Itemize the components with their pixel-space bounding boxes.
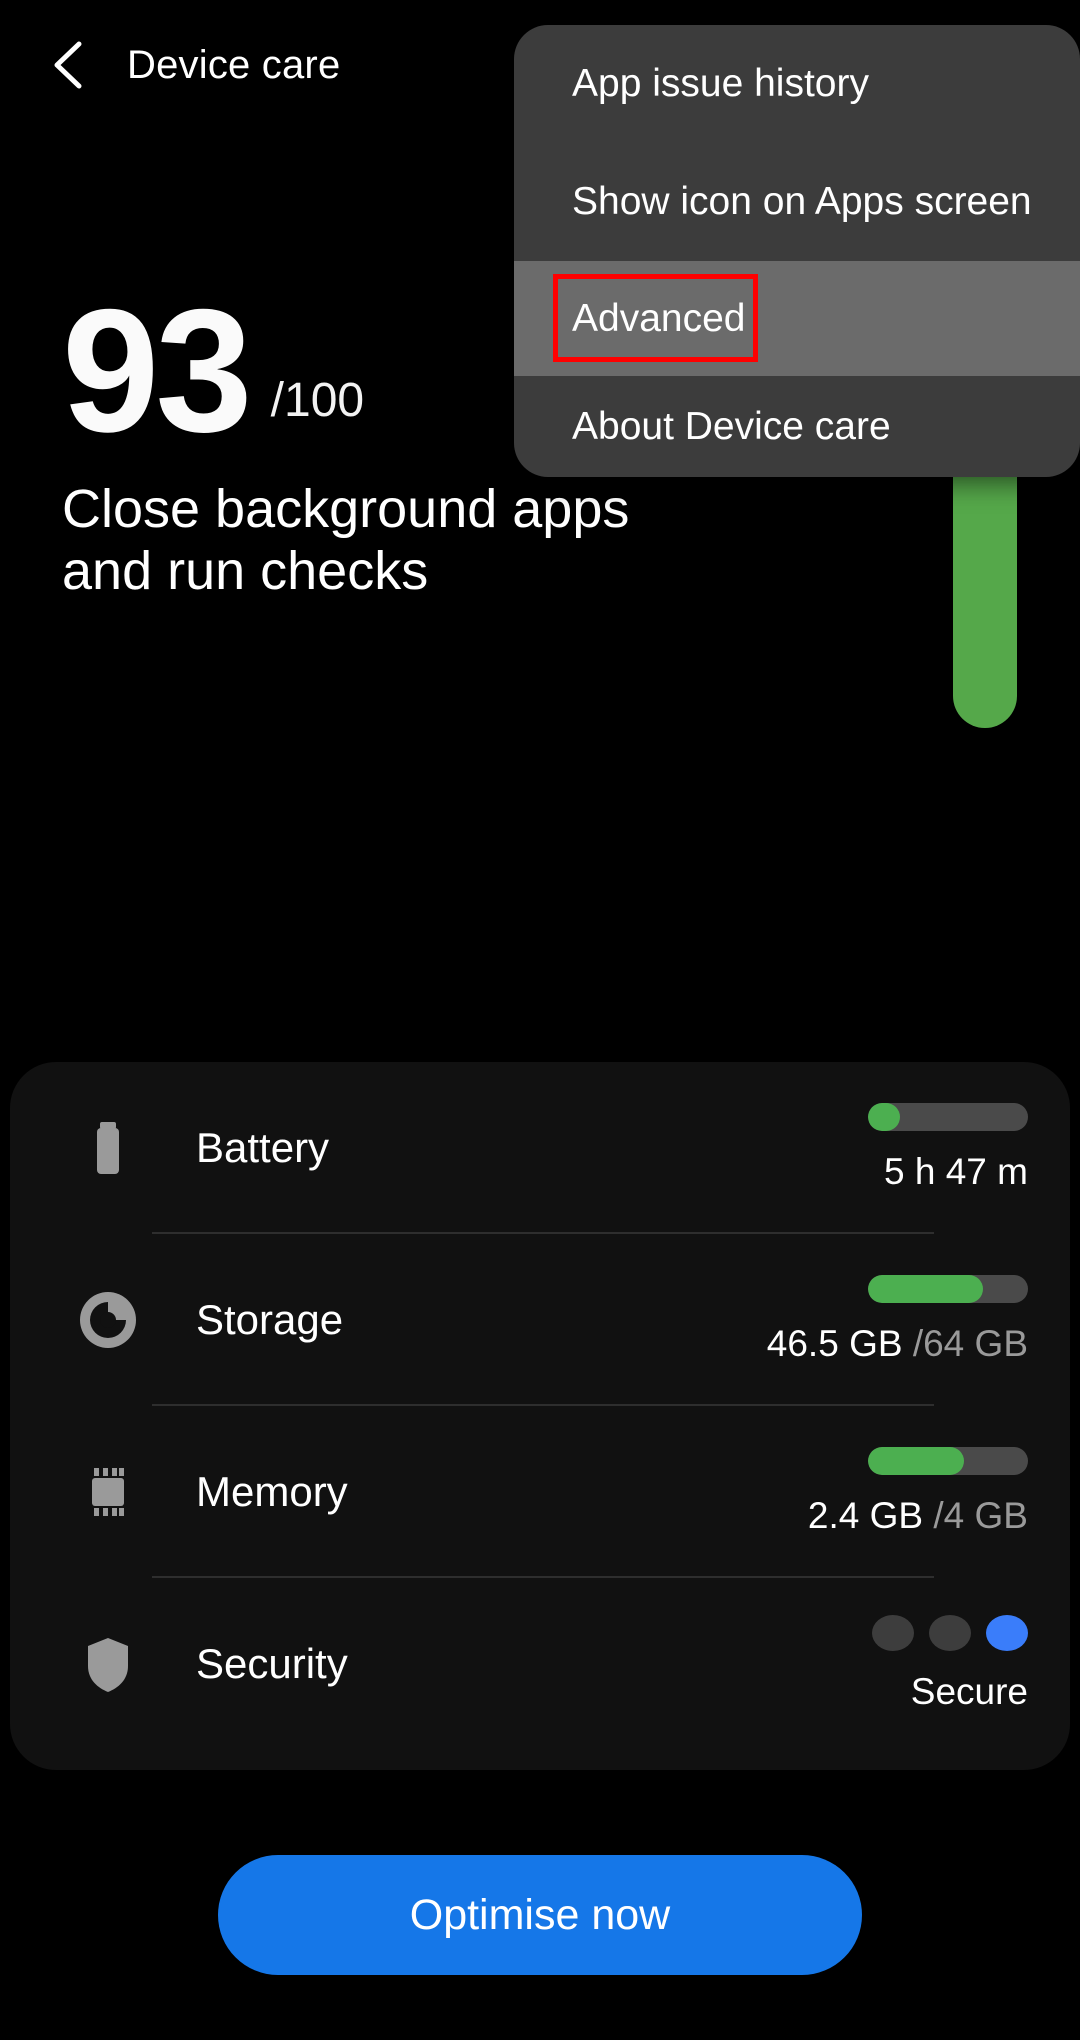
card-row-security[interactable]: Security Secure [10, 1578, 1070, 1750]
memory-progress-track [868, 1447, 1028, 1475]
security-status-dots [872, 1615, 1028, 1651]
card-row-value: 5 h 47 m [884, 1151, 1028, 1193]
security-dot-1 [872, 1615, 914, 1651]
battery-progress-fill [868, 1103, 900, 1131]
device-care-screen: Device care 93 /100 Close background app… [0, 0, 1080, 2040]
menu-item-label: Advanced [572, 296, 746, 340]
card-row-status: 46.5 GB /64 GB [608, 1234, 1028, 1406]
page-title: Device care [127, 42, 341, 87]
shield-icon [72, 1628, 144, 1700]
storage-progress-fill [868, 1275, 984, 1303]
battery-progress-track [868, 1103, 1028, 1131]
card-row-value: 46.5 GB /64 GB [767, 1323, 1028, 1365]
score-total: /100 [270, 373, 365, 427]
menu-item-advanced[interactable]: Advanced [514, 261, 1080, 376]
value-main: 5 h 47 m [884, 1151, 1028, 1192]
battery-icon [72, 1112, 144, 1184]
memory-progress-fill [868, 1447, 964, 1475]
overflow-menu[interactable]: App issue history Show icon on Apps scre… [514, 25, 1080, 477]
value-main: 46.5 GB [766, 1323, 903, 1364]
card-row-value: 2.4 GB /4 GB [808, 1495, 1028, 1537]
optimise-now-button[interactable]: Optimise now [218, 1855, 862, 1975]
card-row-status: Secure [608, 1578, 1028, 1750]
card-row-label: Storage [196, 1296, 344, 1343]
score-value: 93 [62, 274, 253, 469]
card-row-storage[interactable]: Storage 46.5 GB /64 GB [10, 1234, 1070, 1406]
menu-item-show-icon-on-apps-screen[interactable]: Show icon on Apps screen [514, 143, 1080, 261]
menu-item-about-device-care[interactable]: About Device care [514, 376, 1080, 477]
security-dot-3-active [986, 1615, 1028, 1651]
card-row-label: Memory [196, 1468, 348, 1515]
value-main: Secure [910, 1671, 1028, 1712]
menu-item-label: About Device care [572, 404, 891, 448]
status-card: Battery 5 h 47 m Storage 46.5 GB /64 GB … [10, 1062, 1070, 1770]
security-dot-2 [929, 1615, 971, 1651]
storage-pie-icon [72, 1284, 144, 1356]
value-muted: /64 GB [902, 1323, 1028, 1364]
card-row-value: Secure [911, 1671, 1028, 1713]
memory-chip-icon [72, 1456, 144, 1528]
storage-progress-track [868, 1275, 1028, 1303]
back-button[interactable] [35, 30, 105, 100]
menu-item-label: App issue history [572, 62, 869, 105]
card-row-battery[interactable]: Battery 5 h 47 m [10, 1062, 1070, 1234]
card-row-memory[interactable]: Memory 2.4 GB /4 GB [10, 1406, 1070, 1578]
score-subtitle: Close background apps and run checks [62, 478, 630, 601]
card-row-label: Security [196, 1640, 348, 1687]
menu-item-app-issue-history[interactable]: App issue history [514, 25, 1080, 143]
card-row-label: Battery [196, 1124, 330, 1171]
card-row-status: 5 h 47 m [608, 1062, 1028, 1234]
value-main: 2.4 GB [807, 1495, 924, 1536]
card-row-status: 2.4 GB /4 GB [608, 1406, 1028, 1578]
menu-item-label: Show icon on Apps screen [572, 180, 1032, 223]
value-muted: /4 GB [923, 1495, 1028, 1536]
